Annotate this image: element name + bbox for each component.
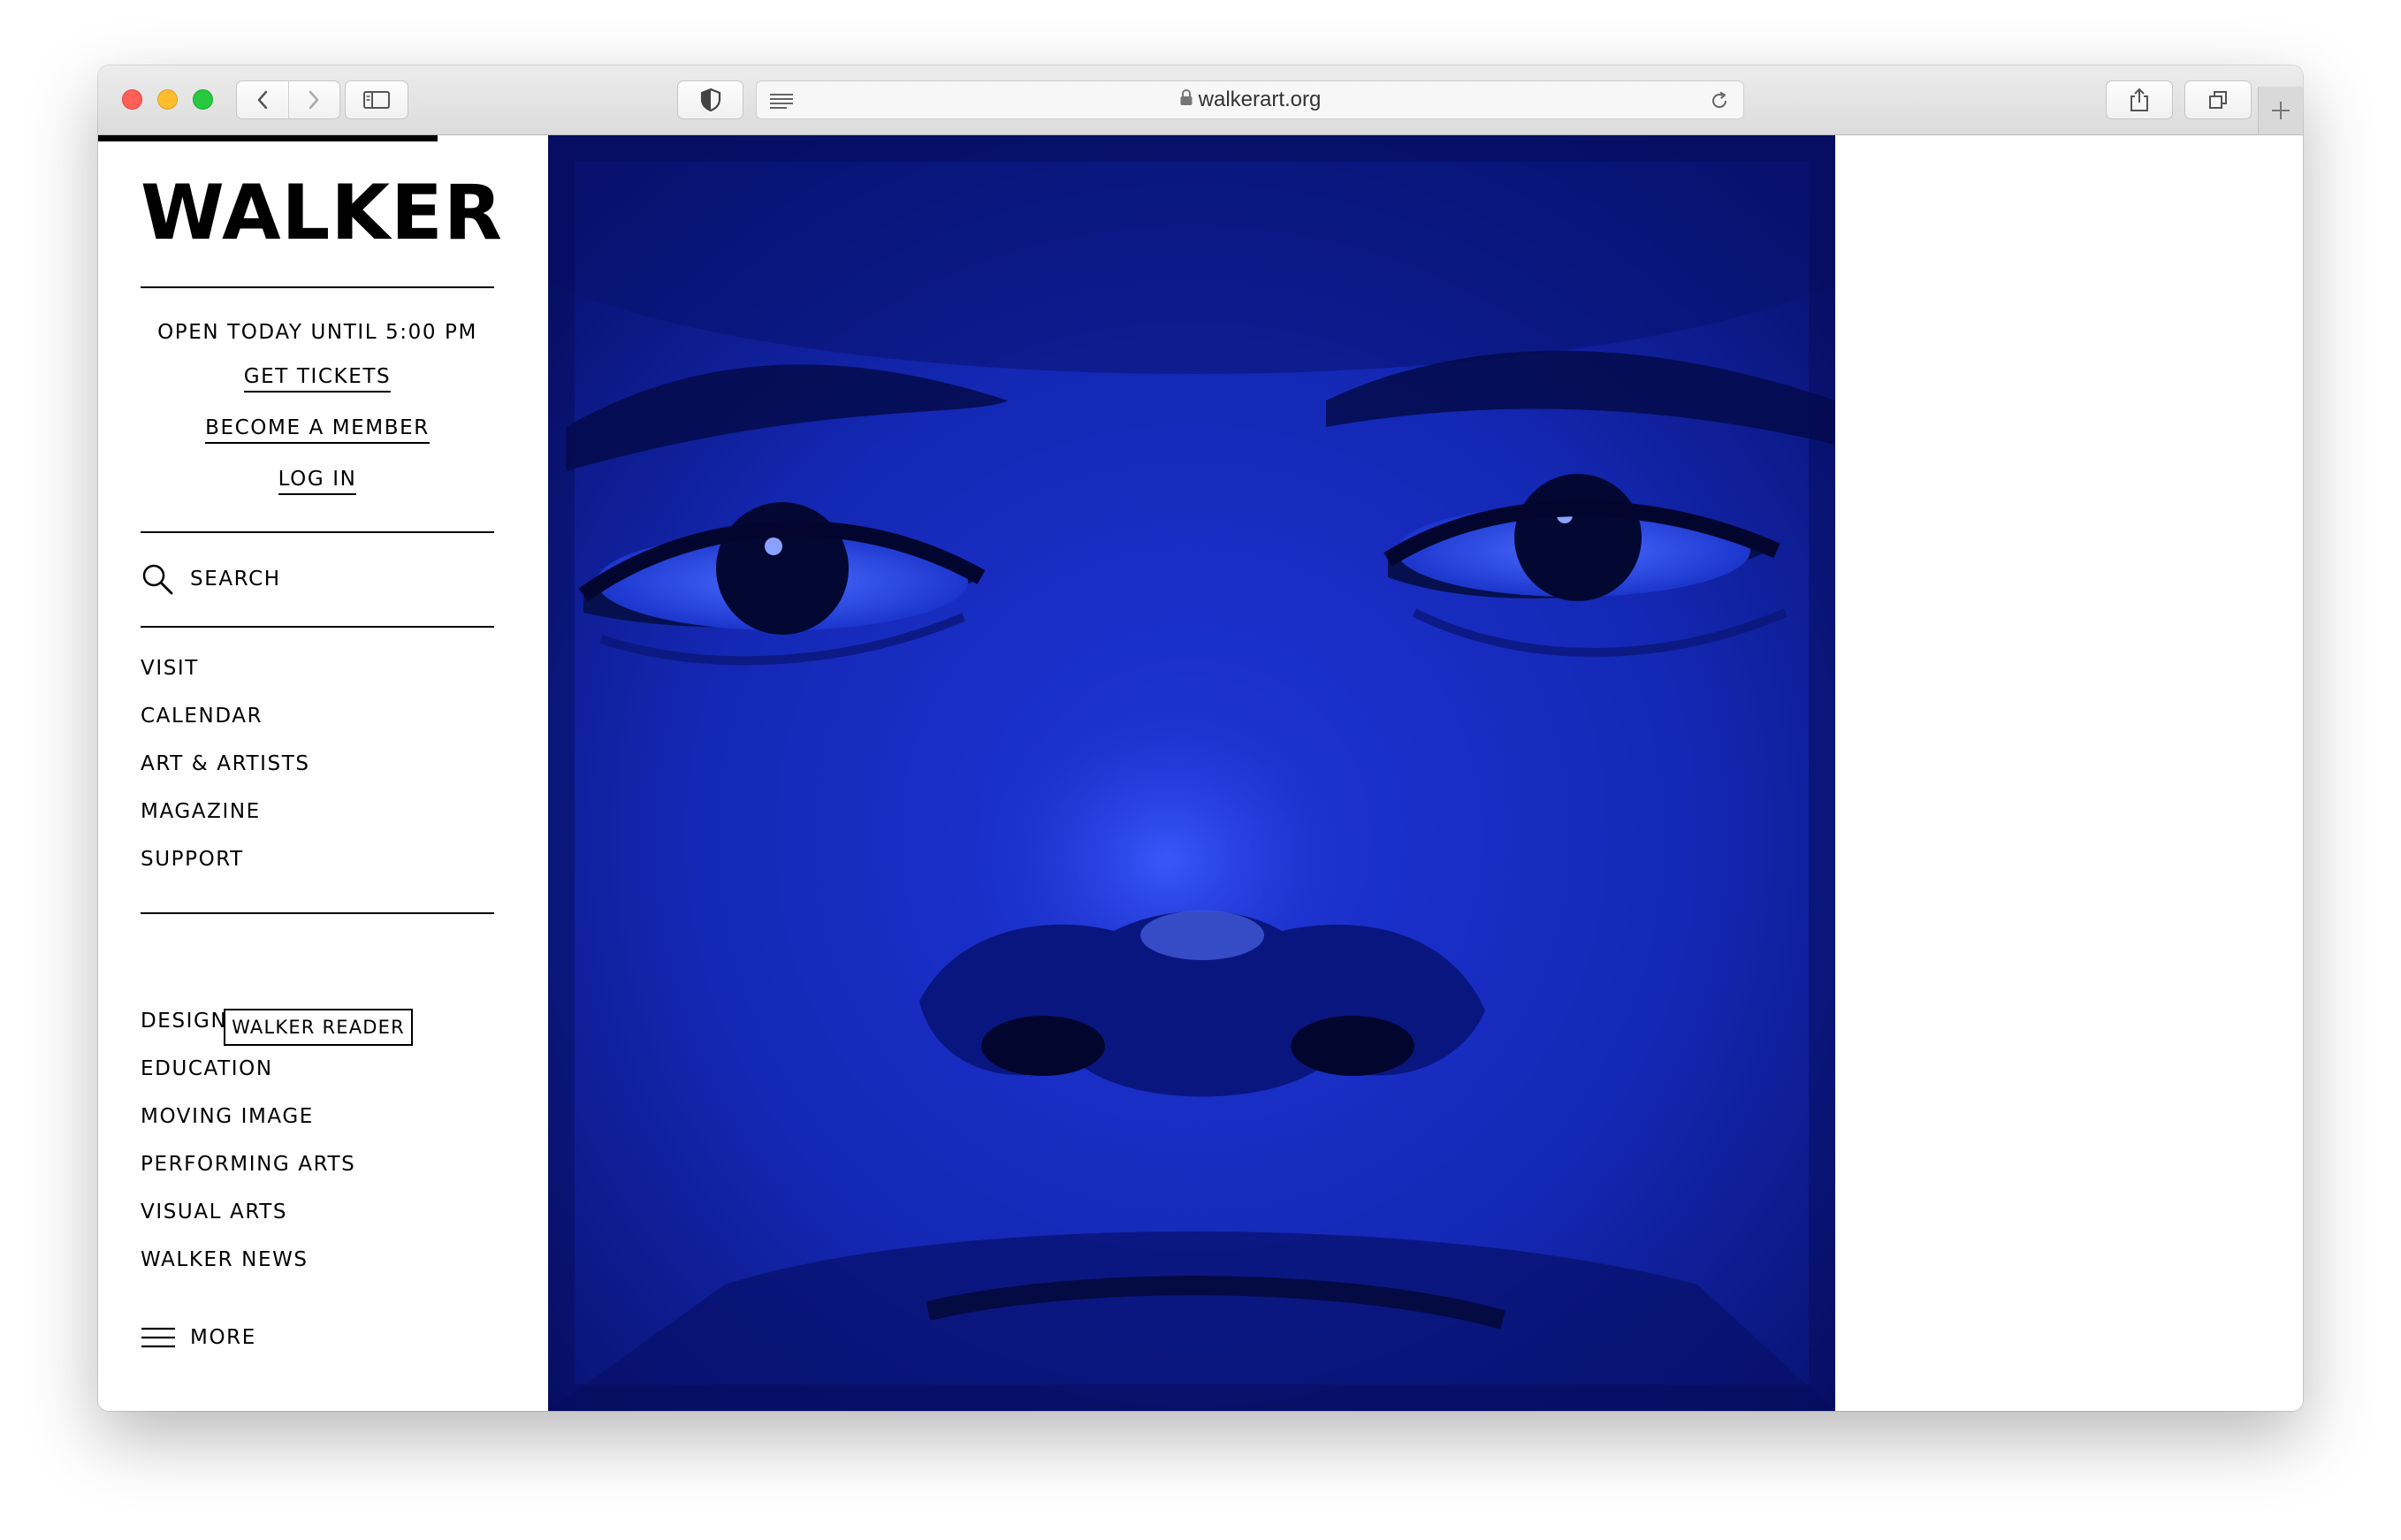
tab-overview-button[interactable]	[2184, 80, 2252, 119]
page-load-progress	[98, 135, 438, 141]
reader-nav-moving-image[interactable]: MOVING IMAGE	[141, 1105, 314, 1128]
forward-button[interactable]	[287, 81, 340, 118]
reader-nav-walker-news[interactable]: WALKER NEWS	[141, 1248, 309, 1271]
search-button[interactable]: SEARCH	[141, 562, 281, 596]
minimize-window-button[interactable]	[157, 89, 178, 110]
chevron-right-icon	[309, 90, 319, 110]
url-text: walkerart.org	[1198, 88, 1322, 111]
divider	[141, 286, 494, 288]
walker-logo[interactable]: WALKER	[141, 169, 502, 257]
reload-icon[interactable]	[1708, 89, 1731, 117]
chevron-left-icon	[257, 90, 267, 110]
more-label: MORE	[190, 1326, 256, 1349]
get-tickets-row: GET TICKETS	[141, 365, 494, 393]
sidebar-toggle-button[interactable]	[345, 80, 408, 119]
tabs-icon	[2209, 91, 2227, 109]
share-button[interactable]	[2106, 80, 2173, 119]
nav-item-art-artists[interactable]: ART & ARTISTS	[141, 752, 310, 775]
site-sidebar: WALKER OPEN TODAY UNTIL 5:00 PM GET TICK…	[98, 135, 548, 1411]
zoom-window-button[interactable]	[193, 89, 213, 110]
walker-reader-button[interactable]: WALKER READER	[224, 1009, 413, 1046]
more-menu-button[interactable]: MORE	[141, 1326, 256, 1349]
shield-icon	[700, 88, 720, 112]
divider	[141, 912, 494, 914]
url-display: walkerart.org	[757, 81, 1743, 118]
divider	[141, 626, 494, 628]
privacy-report-button[interactable]	[677, 80, 743, 119]
plus-icon	[2272, 102, 2290, 119]
nav-item-magazine[interactable]: MAGAZINE	[141, 800, 261, 823]
address-bar[interactable]: walkerart.org	[756, 80, 1744, 119]
hours-text: OPEN TODAY UNTIL 5:00 PM	[157, 321, 477, 344]
become-member-row: BECOME A MEMBER	[141, 416, 494, 444]
browser-toolbar: walkerart.org	[98, 65, 2303, 135]
log-in-row: LOG IN	[141, 468, 494, 495]
reader-nav-education[interactable]: EDUCATION	[141, 1057, 273, 1080]
get-tickets-link[interactable]: GET TICKETS	[243, 365, 392, 393]
reader-nav-design-text[interactable]: DESIGN	[141, 1010, 227, 1033]
browser-window: walkerart.org WALKER OPEN TODAY UNTIL 5:…	[98, 65, 2303, 1411]
reader-nav-visual-arts[interactable]: VISUAL ARTS	[141, 1201, 287, 1224]
new-tab-button[interactable]	[2258, 87, 2303, 134]
search-label: SEARCH	[190, 568, 281, 591]
nav-item-support[interactable]: SUPPORT	[141, 848, 244, 871]
search-icon	[142, 564, 173, 595]
back-button[interactable]	[237, 81, 288, 118]
share-icon	[2130, 88, 2148, 111]
become-member-link[interactable]: BECOME A MEMBER	[205, 416, 430, 444]
page-content: WALKER OPEN TODAY UNTIL 5:00 PM GET TICK…	[98, 135, 2303, 1411]
nav-item-visit[interactable]: VISIT	[141, 657, 199, 680]
log-in-link[interactable]: LOG IN	[278, 468, 357, 495]
portrait-illustration	[548, 135, 1835, 1411]
reader-nav-performing-arts[interactable]: PERFORMING ARTS	[141, 1153, 355, 1176]
walker-reader-label: WALKER READER	[232, 1017, 405, 1038]
sidebar-icon	[363, 91, 390, 109]
lock-icon	[1179, 88, 1193, 112]
divider	[141, 531, 494, 533]
back-forward-group	[236, 80, 340, 119]
hero-portrait-image[interactable]	[548, 135, 1835, 1411]
close-window-button[interactable]	[122, 89, 142, 110]
nav-item-calendar[interactable]: CALENDAR	[141, 705, 263, 728]
hamburger-icon	[141, 1327, 175, 1348]
